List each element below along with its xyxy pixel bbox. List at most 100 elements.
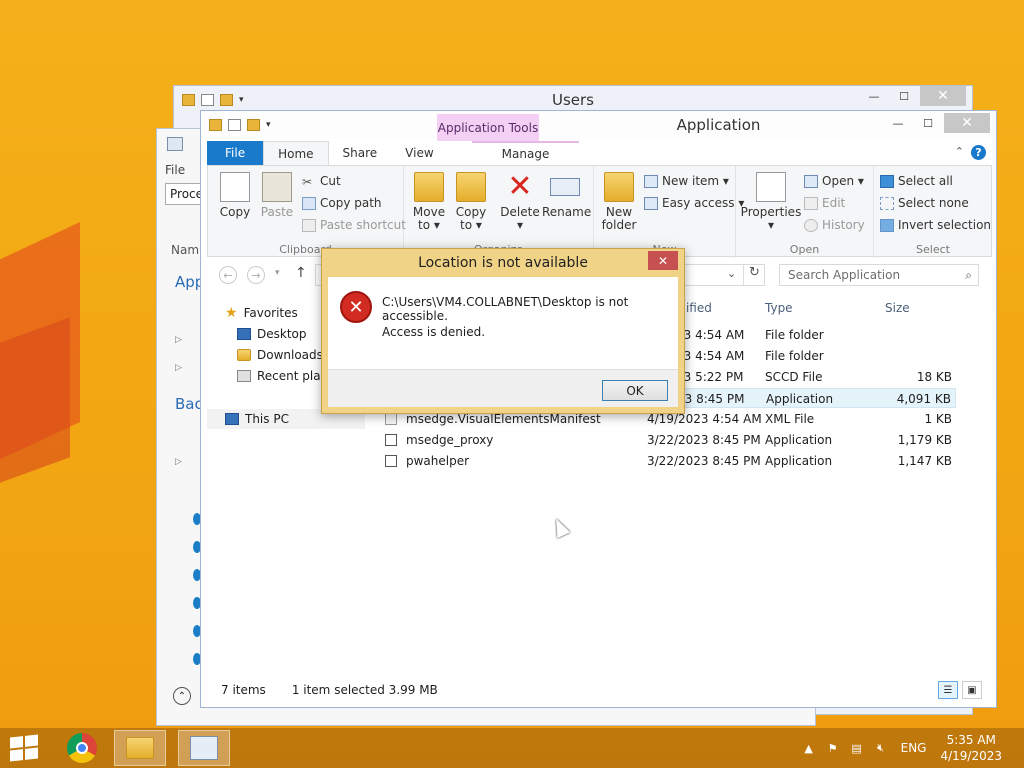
move-to-label: Move	[412, 205, 446, 219]
details-view-icon[interactable]: ☰	[938, 681, 958, 699]
history-label: History	[822, 218, 865, 232]
menu-file[interactable]: File	[165, 163, 185, 177]
close-button[interactable]: ✕	[920, 86, 966, 106]
properties-label-2: ▾	[767, 218, 775, 232]
file-name: pwahelper	[406, 454, 470, 468]
nav-this-pc[interactable]: This PC	[225, 412, 289, 426]
maximize-button[interactable]: ☐	[914, 113, 942, 133]
invert-selection-button[interactable]: Invert selection	[880, 218, 991, 232]
maximize-button[interactable]: ☐	[890, 86, 918, 106]
dialog-close-button[interactable]: ✕	[648, 251, 678, 270]
new-folder-label: New	[605, 205, 633, 219]
open-button[interactable]: Open ▾	[804, 174, 864, 188]
open-label[interactable]: Open ▾	[822, 174, 864, 188]
error-dialog[interactable]: Location is not available ✕ ✕ C:\Users\V…	[321, 248, 685, 414]
minimize-button[interactable]: —	[884, 113, 912, 133]
expand-icon[interactable]: ▷	[175, 457, 182, 467]
edit-button[interactable]: Edit	[804, 196, 845, 210]
refresh-button[interactable]: ↻	[743, 265, 765, 285]
new-item-button[interactable]: New item ▾	[644, 174, 729, 188]
copy-to-button[interactable]: Copy to ▾	[452, 172, 490, 232]
tab-view[interactable]: View	[391, 141, 447, 165]
select-all-button[interactable]: Select all	[880, 174, 953, 188]
copy-path-button[interactable]: Copy path	[302, 196, 382, 210]
group-organize: Move to ▾ Copy to ▾ ✕ Delete ▾ Rename Or…	[404, 166, 594, 258]
fewer-details-icon[interactable]: ⌃	[173, 687, 191, 705]
invert-selection-label: Invert selection	[898, 218, 992, 232]
forward-button[interactable]: →	[247, 266, 265, 284]
input-language[interactable]: ENG	[901, 741, 927, 755]
tab-manage[interactable]: Manage	[471, 141, 580, 165]
computer-icon	[225, 413, 239, 425]
search-input[interactable]: Search Application ⌕	[779, 264, 979, 286]
file-row[interactable]: msedge_proxy 3/22/2023 8:45 PM Applicati…	[371, 430, 956, 450]
column-name[interactable]: Nam	[171, 243, 199, 257]
search-icon[interactable]: ⌕	[965, 268, 972, 283]
new-folder-icon[interactable]	[220, 94, 233, 106]
window-title: Users	[551, 91, 594, 109]
chevron-up-icon[interactable]: ⌃	[955, 145, 964, 158]
help-icon[interactable]: ?	[971, 145, 986, 160]
file-size: 18 KB	[916, 370, 952, 384]
move-to-button[interactable]: Move to ▾	[410, 172, 448, 232]
folder-icon[interactable]	[182, 94, 195, 106]
chevron-down-icon[interactable]: ▾	[266, 120, 271, 130]
column-type[interactable]: Type	[765, 301, 793, 315]
properties-icon[interactable]	[228, 119, 241, 131]
copy-button[interactable]: Copy	[216, 172, 254, 219]
select-none-button[interactable]: Select none	[880, 196, 969, 210]
network-icon[interactable]: ▤	[849, 741, 865, 755]
up-button[interactable]: ↑	[295, 265, 307, 281]
chevron-down-icon[interactable]: ▾	[239, 95, 244, 105]
ok-button[interactable]: OK	[602, 380, 668, 401]
close-button[interactable]: ✕	[944, 113, 990, 133]
nav-downloads[interactable]: Downloads	[237, 348, 323, 362]
back-button[interactable]: ←	[219, 266, 237, 284]
nav-desktop[interactable]: Desktop	[237, 327, 307, 341]
new-folder-icon[interactable]	[247, 119, 260, 131]
column-size[interactable]: Size	[885, 301, 910, 315]
tab-file[interactable]: File	[207, 141, 264, 165]
volume-muted-icon[interactable]: 🔇︎	[873, 741, 889, 755]
clock[interactable]: 5:35 AM 4/19/2023	[940, 732, 1002, 764]
show-hidden-icons-icon[interactable]: ▲	[801, 741, 817, 755]
minimize-button[interactable]: —	[860, 86, 888, 106]
dialog-detail: Access is denied.	[382, 325, 486, 339]
tab-share[interactable]: Share	[329, 141, 392, 165]
delete-button[interactable]: ✕ Delete ▾	[500, 172, 540, 232]
folder-icon[interactable]	[209, 119, 222, 131]
action-center-flag-icon[interactable]: ⚑	[825, 741, 841, 755]
tab-home[interactable]: Home	[263, 141, 329, 165]
selection-info: 1 item selected 3.99 MB	[291, 683, 438, 697]
group-label: Open	[789, 243, 820, 256]
explorer-titlebar[interactable]: ▾ Application Tools Application — ☐ ✕	[201, 111, 996, 142]
address-dropdown-icon[interactable]: ⌄	[727, 267, 736, 280]
paste-button[interactable]: Paste	[258, 172, 296, 219]
paste-shortcut-button[interactable]: Paste shortcut	[302, 218, 406, 232]
expand-icon[interactable]: ▷	[175, 335, 182, 345]
taskbar-chrome[interactable]	[56, 730, 108, 766]
nav-this-pc-label: This PC	[245, 412, 289, 426]
nav-favorites[interactable]: ★ Favorites	[225, 305, 298, 321]
large-icons-view-icon[interactable]: ▣	[962, 681, 982, 699]
file-row[interactable]: pwahelper 3/22/2023 8:45 PM Application …	[371, 451, 956, 471]
recent-locations-icon[interactable]: ▾	[275, 268, 280, 278]
ribbon: Copy Paste ✂ Cut Copy path Paste shortcu…	[207, 165, 992, 258]
nav-recent-places[interactable]: Recent plac	[237, 369, 327, 383]
easy-access-button[interactable]: Easy access ▾	[644, 196, 744, 210]
nav-desktop-label: Desktop	[257, 327, 307, 341]
dialog-titlebar[interactable]: Location is not available ✕	[322, 249, 684, 277]
taskbar-task-manager[interactable]	[178, 730, 230, 766]
properties-icon[interactable]	[201, 94, 214, 106]
history-button[interactable]: History	[804, 218, 865, 232]
new-folder-button[interactable]: New folder	[600, 172, 638, 232]
cut-button[interactable]: ✂ Cut	[302, 174, 341, 189]
rename-button[interactable]: Rename	[542, 172, 591, 219]
properties-button[interactable]: Properties ▾	[740, 172, 802, 232]
start-button[interactable]	[10, 734, 38, 762]
taskbar-file-explorer[interactable]	[114, 730, 166, 766]
expand-icon[interactable]: ▷	[175, 363, 182, 373]
select-none-icon	[880, 196, 894, 210]
copy-to-icon	[456, 172, 486, 202]
file-name: msedge_proxy	[406, 433, 494, 447]
